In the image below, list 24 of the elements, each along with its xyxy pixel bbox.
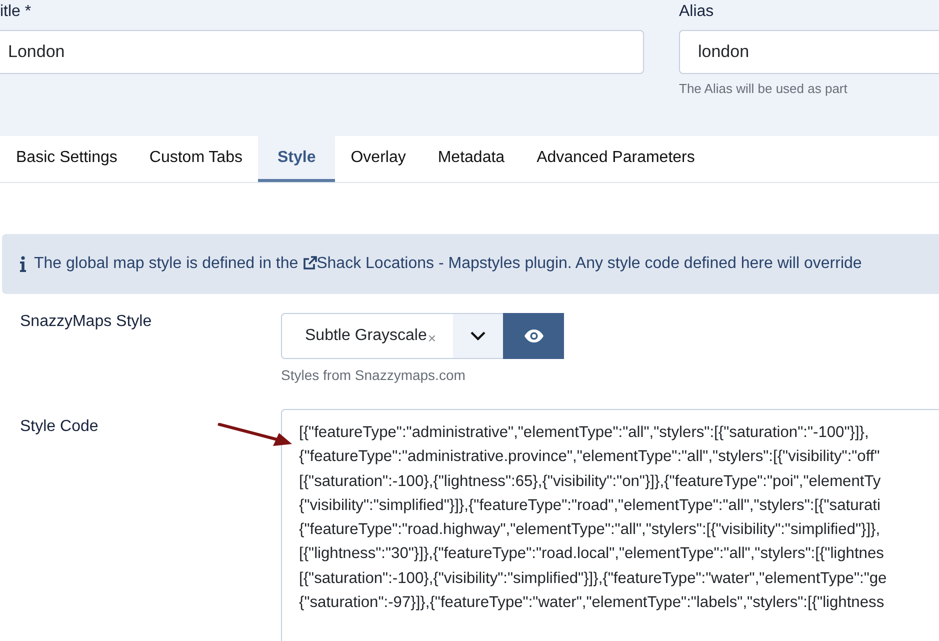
title-label: itle * — [0, 2, 32, 22]
title-input[interactable]: London — [0, 30, 644, 74]
info-text: The global map style is defined in the Shack Locations - Mapstyles plugin. Any style code defined here will override — [34, 255, 862, 273]
tab[interactable]: Style — [258, 136, 335, 182]
tab[interactable]: Basic Settings — [0, 136, 134, 182]
alias-label: Alias — [679, 2, 715, 22]
style-hint: Styles from Snazzymaps.com — [281, 367, 466, 383]
style-select[interactable]: Subtle Grayscale× — [281, 313, 453, 359]
eye-icon — [524, 329, 544, 343]
tab[interactable]: Overlay — [334, 136, 422, 182]
tab[interactable]: Metadata — [422, 136, 521, 182]
snazzymaps-style-label: SnazzyMaps Style — [20, 313, 153, 332]
alias-input[interactable]: london — [679, 30, 939, 74]
info-icon — [20, 256, 26, 272]
style-code-label: Style Code — [20, 418, 98, 435]
preview-button[interactable] — [503, 313, 564, 359]
tab[interactable]: Custom Tabs — [133, 136, 258, 182]
external-link-icon — [302, 256, 317, 270]
chevron-down-icon — [470, 331, 486, 341]
tab[interactable]: Advanced Parameters — [520, 136, 711, 182]
clear-icon[interactable]: × — [428, 330, 436, 346]
alias-hint: The Alias will be used as part — [679, 81, 848, 96]
mapstyles-plugin-link[interactable]: Shack Locations - Mapstyles plugin — [302, 255, 568, 272]
style-code-field[interactable]: [{"featureType":"administrative","elementType":"all","stylers":[{"saturation":"-100"}]}, {"featureType":"administrative.province","elementType":"all","stylers":[{"visibility":"off" [{"saturation":-100},{"lightness":65},{"visibility":"on"}]},{"featureType":"poi","elementTy {"visibility":"simplified"}]},{"featureType":"road","elementType":"all","stylers":[{"saturati {"featureType":"road.highway","elementType":"all","stylers":[{"visibility":"simplified"}]}, [{"lightness":"30"}]},{"featureType":"road.local","elementType":"all","stylers":[{"lightnes [{"saturation":-100},{"visibility":"simplified"}]},{"featureType":"water","elementType":"ge {"saturation":-97}]},{"featureType":"water","elementType":"labels","stylers":[{"lightness — [281, 409, 939, 641]
